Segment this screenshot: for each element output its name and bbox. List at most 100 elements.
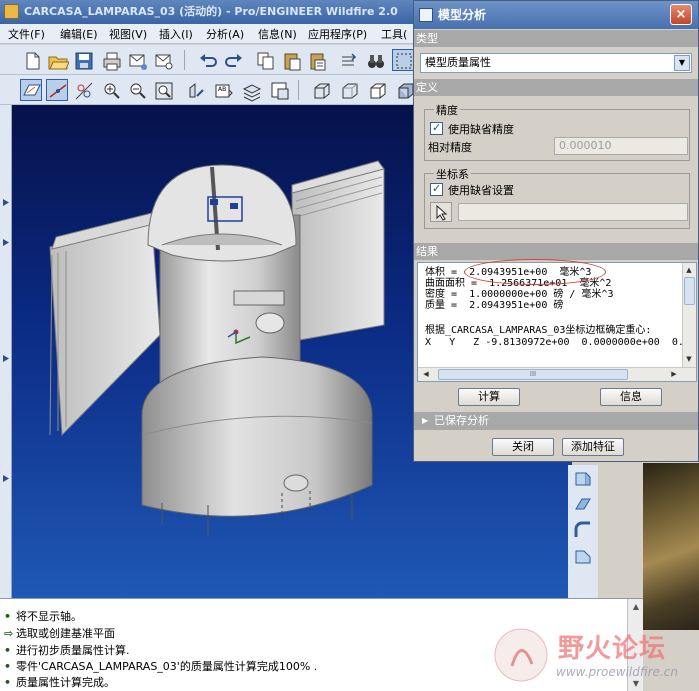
use-default-precision-label: 使用缺省精度: [448, 123, 514, 136]
watermark-logo-icon: [494, 628, 548, 682]
message-line: • 质量属性计算完成。: [4, 676, 115, 689]
layers-icon[interactable]: [240, 79, 262, 102]
scroll-right-icon[interactable]: ▶: [668, 368, 680, 380]
results-vertical-scrollbar[interactable]: ▲ ▼: [682, 263, 696, 367]
scroll-up-icon[interactable]: ▲: [631, 602, 641, 612]
saved-analysis-bar[interactable]: ▶ 已保存分析: [414, 412, 698, 430]
paste-icon[interactable]: [280, 49, 302, 71]
coordinate-group-title: 坐标系: [434, 166, 471, 182]
relative-precision-label: 相对精度: [428, 141, 472, 154]
mail-icon[interactable]: [152, 49, 174, 71]
chevron-down-icon[interactable]: ▼: [674, 55, 690, 71]
redo-icon[interactable]: [222, 49, 244, 71]
close-icon[interactable]: ×: [670, 4, 692, 25]
reorient-icon[interactable]: [184, 79, 206, 101]
results-section-header: 结果: [414, 243, 698, 260]
no-hidden-icon[interactable]: [366, 79, 388, 101]
result-cog-xyz-line: X Y Z -9.8130972e+00 0.0000000e+00 0.: [425, 337, 684, 348]
scroll-up-icon[interactable]: ▲: [683, 264, 695, 276]
chamfer-tool-icon[interactable]: [572, 545, 594, 567]
result-cog-title-line: 根据_CARCASA_LAMPARAS_03坐标边框确定重心:: [425, 325, 652, 336]
menu-analysis[interactable]: 分析(A): [206, 26, 244, 42]
message-line: • 零件'CARCASA_LAMPARAS_03'的质量属性计算完成100% .: [4, 660, 318, 673]
refit-icon[interactable]: [152, 79, 174, 101]
zoom-in-icon[interactable]: [100, 79, 122, 101]
watermark-title: 野火论坛: [558, 634, 667, 664]
open-folder-icon[interactable]: [46, 49, 69, 71]
scroll-down-icon[interactable]: ▼: [683, 353, 695, 365]
right-feature-toolbar: [568, 465, 598, 598]
result-mass-line: 质量 = 2.0943951e+00 磅: [425, 300, 564, 311]
compute-button[interactable]: 计算: [458, 388, 520, 406]
info-button[interactable]: 信息: [600, 388, 662, 406]
coordinate-system-field[interactable]: [458, 203, 688, 221]
extrude-tool-icon[interactable]: [572, 493, 594, 515]
select-box-icon[interactable]: [392, 49, 414, 71]
results-horizontal-scrollbar[interactable]: ◀ III ▶: [418, 367, 696, 381]
menu-insert[interactable]: 插入(I): [159, 26, 193, 42]
feature-tool-icon[interactable]: [572, 467, 594, 489]
toolbar-separator: [184, 50, 185, 70]
wireframe-icon[interactable]: [310, 79, 332, 101]
analysis-type-select[interactable]: 模型质量属性 ▼: [420, 53, 692, 73]
print-icon[interactable]: [100, 49, 122, 71]
close-button[interactable]: 关闭: [492, 438, 554, 456]
message-line: ⇨ 选取或创建基准平面: [4, 627, 115, 640]
result-density-line: 密度 = 1.0000000e+00 磅 / 毫米^3: [425, 289, 614, 300]
result-volume-line: 体积 = 2.0943951e+00 毫米^3: [425, 267, 592, 278]
dialog-app-icon: [419, 8, 433, 22]
menu-tools[interactable]: 工具(: [381, 26, 407, 42]
relative-precision-field[interactable]: 0.000010: [554, 137, 688, 155]
menu-edit[interactable]: 编辑(E): [60, 26, 98, 42]
left-rail: [0, 105, 12, 598]
round-tool-icon[interactable]: [572, 519, 594, 541]
menu-view[interactable]: 视图(V): [109, 26, 147, 42]
cursor-arrow-icon: [436, 204, 448, 221]
use-default-precision-checkbox[interactable]: [430, 121, 443, 135]
message-line: • 进行初步质量属性计算.: [4, 644, 130, 657]
result-surface-line: 曲面面积 = 1.2566371e+01 毫米^2: [425, 278, 612, 289]
precision-group-title: 精度: [434, 102, 460, 118]
scroll-grip: III: [529, 370, 537, 378]
regenerate-icon[interactable]: [336, 49, 358, 71]
paste-special-icon[interactable]: [306, 49, 328, 71]
send-mail-icon[interactable]: [126, 49, 148, 71]
message-line: • 将不显示轴。: [4, 610, 82, 623]
hidden-line-icon[interactable]: [338, 79, 360, 101]
select-coordinate-button[interactable]: [430, 202, 452, 222]
model-display-icon[interactable]: [268, 79, 290, 101]
use-default-setting-checkbox[interactable]: [430, 182, 443, 196]
save-icon[interactable]: [72, 49, 94, 71]
datum-plane-display-icon[interactable]: [20, 79, 42, 101]
saved-analysis-label: 已保存分析: [434, 414, 489, 427]
menu-applications[interactable]: 应用程序(P): [308, 26, 367, 42]
scroll-left-icon[interactable]: ◀: [420, 368, 432, 380]
dialog-title: 模型分析: [438, 8, 487, 22]
forum-watermark: 野火论坛 www.proewildfire.cn: [488, 622, 699, 691]
horizontal-scroll-thumb[interactable]: III: [438, 369, 628, 380]
dialog-title-bar: 模型分析 ×: [414, 1, 698, 29]
analysis-type-value: 模型质量属性: [425, 56, 491, 69]
vertical-scroll-thumb[interactable]: [684, 277, 695, 305]
rail-arrow-icon[interactable]: [3, 475, 9, 482]
type-section-header: 类型: [414, 30, 698, 47]
results-text-area[interactable]: 体积 = 2.0943951e+00 毫米^3 曲面面积 = 1.2566371…: [417, 262, 697, 382]
menu-info[interactable]: 信息(N): [258, 26, 297, 42]
saved-views-icon[interactable]: AB: [212, 79, 234, 101]
proe-app-icon: [4, 4, 19, 19]
rail-arrow-icon[interactable]: [3, 199, 9, 206]
copy-icon[interactable]: [254, 49, 276, 71]
watermark-url: www.proewildfire.cn: [556, 665, 678, 679]
toolbar-separator: [298, 80, 299, 100]
datum-point-display-icon[interactable]: [72, 79, 94, 101]
undo-icon[interactable]: [196, 49, 218, 71]
expand-triangle-icon: ▶: [422, 416, 429, 425]
menu-file[interactable]: 文件(F): [8, 26, 45, 42]
rail-arrow-icon[interactable]: [3, 355, 9, 362]
datum-axis-display-icon[interactable]: [46, 79, 68, 101]
add-feature-button[interactable]: 添加特征: [562, 438, 624, 456]
rail-arrow-icon[interactable]: [3, 239, 9, 246]
zoom-out-icon[interactable]: [126, 79, 148, 101]
binoculars-icon[interactable]: [364, 49, 386, 71]
new-file-icon[interactable]: [20, 49, 42, 71]
